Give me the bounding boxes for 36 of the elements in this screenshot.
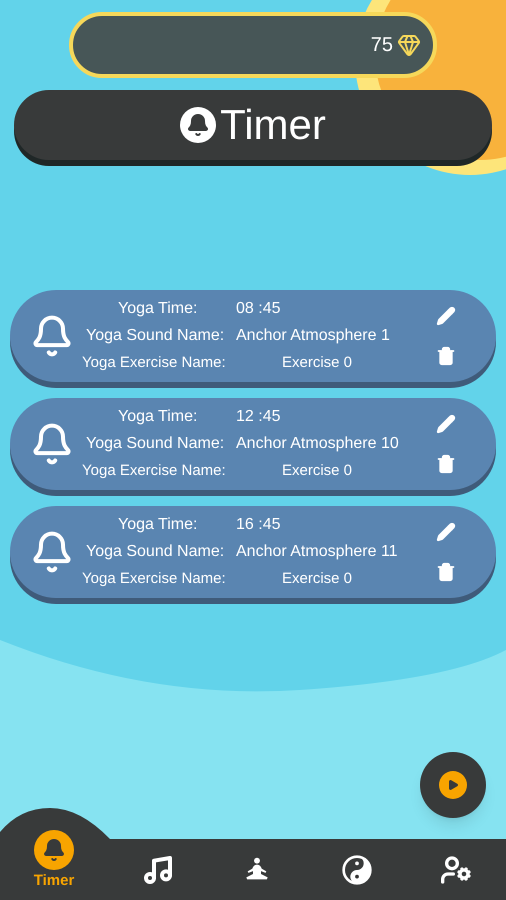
exercise-label: Yoga Exercise Name: <box>82 461 227 481</box>
sound-label: Yoga Sound Name: <box>86 326 226 346</box>
exercise-label: Yoga Exercise Name: <box>82 353 227 373</box>
exercise-value: Exercise 0 <box>282 461 352 481</box>
time-label: Yoga Time: <box>118 299 198 319</box>
nav-tab[interactable] <box>340 854 373 886</box>
edit-button[interactable] <box>436 306 456 326</box>
time-value: 08 :45 <box>236 299 280 319</box>
exercise-value: Exercise 0 <box>282 569 352 589</box>
time-label: Yoga Time: <box>118 515 198 535</box>
exercise-value: Exercise 0 <box>282 353 352 373</box>
nav-tab[interactable] <box>142 854 174 886</box>
delete-button[interactable] <box>436 454 456 474</box>
sound-value: Anchor Atmosphere 10 <box>236 434 399 454</box>
sound-label: Yoga Sound Name: <box>86 542 226 562</box>
sound-value: Anchor Atmosphere 11 <box>236 542 398 562</box>
bell-icon <box>42 838 66 862</box>
gem-icon <box>397 33 421 57</box>
edit-button[interactable] <box>436 414 456 434</box>
delete-button[interactable] <box>436 346 456 366</box>
edit-button[interactable] <box>436 522 456 542</box>
bell-icon <box>180 107 216 143</box>
page-title: Timer <box>220 104 326 146</box>
time-value: 16 :45 <box>236 515 280 535</box>
sound-label: Yoga Sound Name: <box>86 434 226 454</box>
time-value: 12 :45 <box>236 407 280 427</box>
yin-yang-icon <box>340 854 373 886</box>
user-gear-icon <box>440 854 472 886</box>
exercise-label: Yoga Exercise Name: <box>82 569 227 589</box>
nav-tab[interactable] <box>440 854 472 886</box>
time-label: Yoga Time: <box>118 407 198 427</box>
music-note-icon <box>142 854 174 886</box>
sound-value: Anchor Atmosphere 1 <box>236 326 390 346</box>
play-icon <box>447 779 459 791</box>
coin-count: 75 <box>370 33 393 58</box>
delete-button[interactable] <box>436 562 456 582</box>
